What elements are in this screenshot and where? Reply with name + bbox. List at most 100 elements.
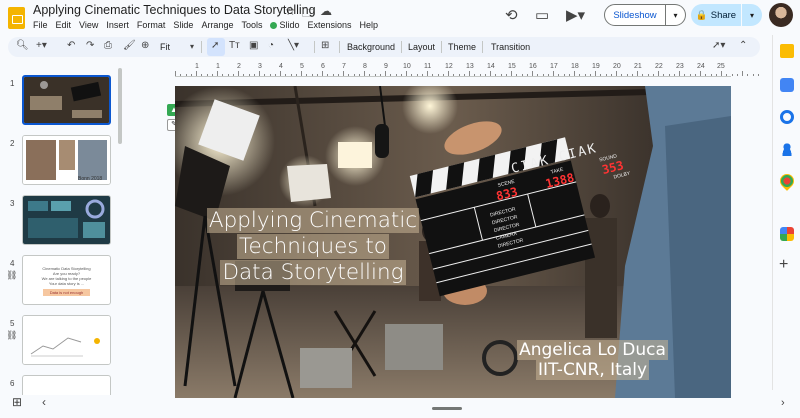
undo-icon[interactable]: ↶ bbox=[67, 40, 75, 51]
ruler-tick bbox=[217, 71, 218, 76]
ruler-tick bbox=[495, 74, 497, 76]
zoom-icon[interactable]: ⊕ bbox=[141, 40, 149, 51]
ruler-tick bbox=[521, 74, 523, 76]
ruler-tick bbox=[526, 74, 528, 76]
ruler-tick bbox=[390, 74, 392, 76]
ruler-tick bbox=[411, 74, 413, 76]
paint-format-icon[interactable]: 🖌︎ bbox=[123, 40, 136, 51]
grid-view-icon[interactable]: ⊞ bbox=[12, 395, 22, 409]
ruler-tick bbox=[463, 74, 465, 76]
slideshow-dropdown[interactable]: ▾ bbox=[666, 4, 686, 26]
filmstrip-scrollbar[interactable] bbox=[118, 68, 122, 144]
slide-author[interactable]: Angelica Lo Duca IIT-CNR, Italy bbox=[495, 340, 690, 380]
new-slide-icon[interactable]: +▾ bbox=[36, 40, 47, 51]
ruler-tick bbox=[742, 71, 743, 76]
ruler-tick bbox=[668, 74, 670, 76]
slide-thumbnail-6[interactable] bbox=[22, 375, 111, 395]
maps-icon[interactable] bbox=[777, 171, 797, 191]
menu-file[interactable]: File bbox=[33, 19, 52, 31]
share-button[interactable]: 🔒 Share bbox=[691, 4, 741, 26]
add-comment-icon[interactable]: ⊞ bbox=[321, 40, 329, 51]
ruler-tick bbox=[316, 74, 318, 76]
search-menus-icon[interactable]: 🔍︎ bbox=[16, 40, 29, 51]
line-icon[interactable]: ╲▾ bbox=[288, 40, 299, 51]
calendar-icon[interactable] bbox=[780, 78, 794, 92]
image-icon[interactable]: ▣ bbox=[249, 40, 258, 51]
ruler-tick bbox=[248, 74, 250, 76]
history-icon[interactable]: ⟲ bbox=[505, 6, 518, 24]
share-dropdown[interactable]: ▾ bbox=[742, 4, 762, 26]
document-title[interactable]: Applying Cinematic Techniques to Data St… bbox=[33, 3, 316, 17]
speaker-notes-handle[interactable] bbox=[432, 407, 462, 410]
menu-arrange[interactable]: Arrange bbox=[197, 19, 237, 31]
contacts-icon[interactable] bbox=[780, 142, 794, 156]
menu-extensions[interactable]: Extensions bbox=[304, 19, 356, 31]
slide-thumbnail-3[interactable] bbox=[22, 195, 111, 245]
slide-1-preview bbox=[24, 77, 109, 123]
ruler-tick bbox=[437, 74, 439, 76]
keep-icon[interactable] bbox=[780, 44, 794, 58]
ruler-tick bbox=[264, 74, 266, 76]
slide-thumbnail-1[interactable] bbox=[22, 75, 111, 125]
menu-insert[interactable]: Insert bbox=[102, 19, 133, 31]
slide-thumbnail-5[interactable] bbox=[22, 315, 111, 365]
transition-button[interactable]: Transition bbox=[491, 42, 530, 52]
slide-thumbnail-2[interactable]: Bonn 2018 bbox=[22, 135, 111, 185]
theme-button[interactable]: Theme bbox=[448, 42, 476, 52]
shape-icon[interactable]: ◔ bbox=[268, 40, 274, 51]
ruler-tick bbox=[579, 74, 581, 76]
ruler-tick bbox=[547, 74, 549, 76]
ruler-tick bbox=[322, 71, 323, 76]
text-box-icon[interactable]: Tт bbox=[229, 40, 240, 51]
ruler-tick bbox=[285, 74, 287, 76]
pointer-mode-icon[interactable]: ➚▾ bbox=[712, 40, 725, 51]
ruler-tick bbox=[647, 74, 649, 76]
menu-tools[interactable]: Tools bbox=[237, 19, 266, 31]
cloud-status-icon[interactable]: ☁ bbox=[320, 4, 332, 18]
menu-slide[interactable]: Slide bbox=[169, 19, 197, 31]
slides-logo-icon[interactable] bbox=[8, 7, 25, 29]
tasks-icon[interactable] bbox=[780, 110, 794, 124]
ruler-tick bbox=[642, 74, 644, 76]
ruler-tick bbox=[432, 74, 434, 76]
menu-format[interactable]: Format bbox=[133, 19, 170, 31]
star-icon[interactable]: ☆ bbox=[285, 4, 296, 18]
ruler-tick bbox=[259, 71, 260, 76]
ruler-tick bbox=[353, 74, 355, 76]
ruler-tick bbox=[458, 74, 460, 76]
layout-button[interactable]: Layout bbox=[408, 42, 435, 52]
chevron-down-icon: ▾ bbox=[673, 10, 678, 20]
zoom-dropdown-icon[interactable]: ▾ bbox=[190, 42, 194, 51]
slide-canvas[interactable]: CIAK CIAK SCENE TAKE SOUND 833 1388 353 … bbox=[175, 86, 731, 398]
addon-icon[interactable] bbox=[780, 227, 794, 241]
ruler-tick bbox=[337, 74, 339, 76]
meet-icon[interactable]: ▶︎▾ bbox=[566, 6, 585, 24]
thumbnail-text: Cinematic Data Storytelling Are you read… bbox=[41, 266, 92, 286]
ruler-tick bbox=[395, 74, 397, 76]
hide-side-panel-icon[interactable]: › bbox=[781, 397, 785, 409]
ruler-tick bbox=[595, 71, 596, 76]
slide-title[interactable]: Applying Cinematic Techniques to Data St… bbox=[193, 208, 433, 286]
redo-icon[interactable]: ↷ bbox=[86, 40, 94, 51]
comments-icon[interactable]: ▭ bbox=[535, 6, 549, 24]
collapse-filmstrip-icon[interactable]: ‹ bbox=[42, 395, 46, 409]
slideshow-button[interactable]: Slideshow bbox=[604, 4, 666, 26]
ruler-tick bbox=[400, 74, 402, 76]
menu-help[interactable]: Help bbox=[356, 19, 383, 31]
account-avatar[interactable] bbox=[769, 3, 793, 27]
background-button[interactable]: Background bbox=[347, 42, 395, 52]
linked-object-icon: ⛓ bbox=[6, 330, 18, 340]
print-icon[interactable]: ⎙ bbox=[104, 40, 112, 51]
menu-slido[interactable]: Slido bbox=[266, 19, 303, 31]
ruler-tick bbox=[726, 74, 728, 76]
ruler-tick bbox=[442, 74, 444, 76]
menu-edit[interactable]: Edit bbox=[52, 19, 76, 31]
ruler-tick bbox=[280, 71, 281, 76]
get-addons-icon[interactable]: + bbox=[779, 256, 788, 274]
ruler-tick bbox=[757, 74, 759, 76]
vertical-ruler bbox=[158, 86, 168, 398]
slide-thumbnail-4[interactable]: Cinematic Data Storytelling Are you read… bbox=[22, 255, 111, 305]
zoom-select[interactable]: Fit bbox=[160, 42, 170, 52]
collapse-toolbar-icon[interactable]: ⌃ bbox=[739, 40, 747, 51]
menu-view[interactable]: View bbox=[75, 19, 102, 31]
